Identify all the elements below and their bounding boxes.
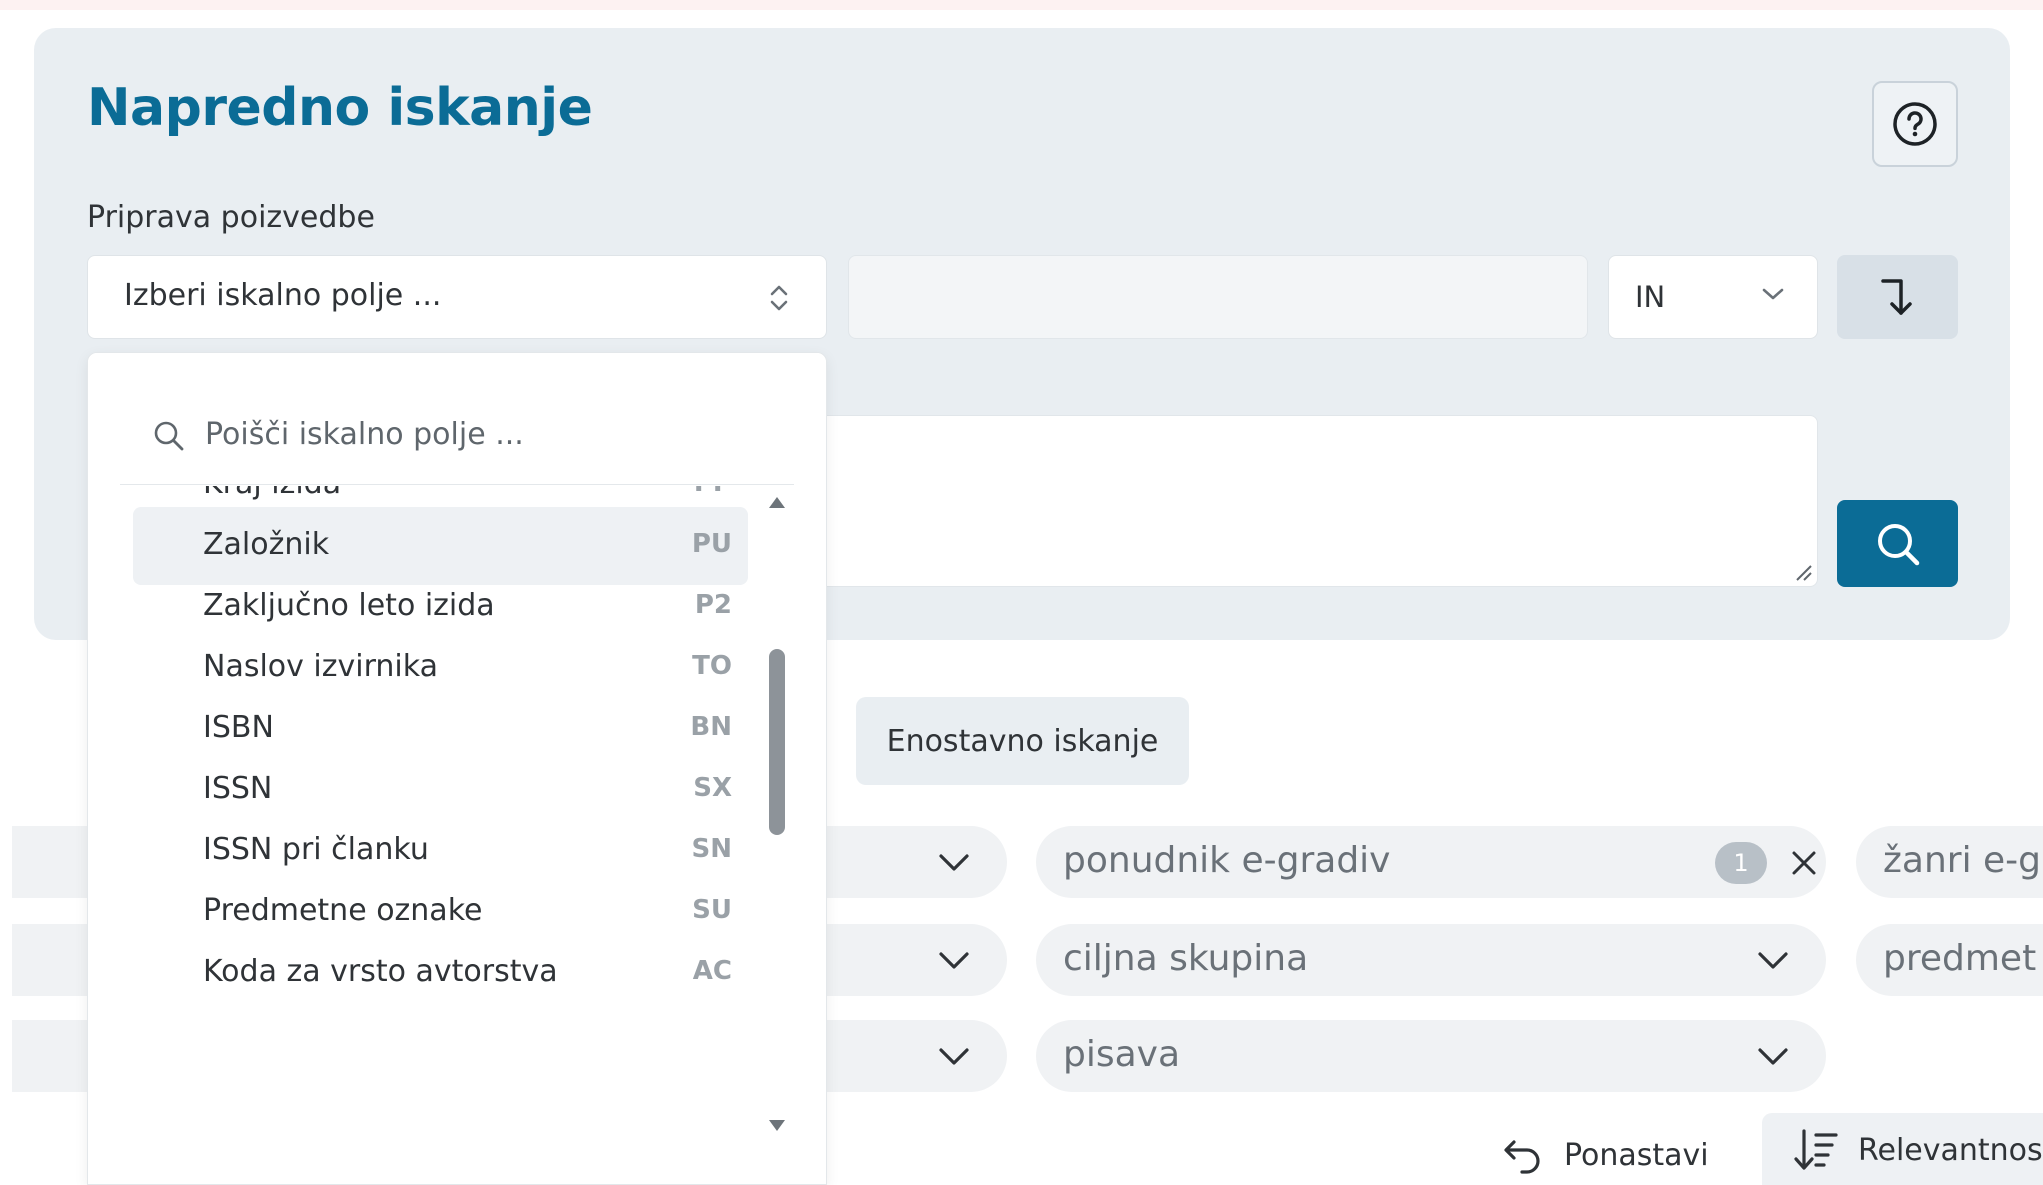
chevron-down-icon: [1758, 1048, 1788, 1065]
filter-target-group-label: ciljna skupina: [1063, 938, 1309, 979]
chevron-down-icon: [1762, 288, 1784, 300]
chevron-down-icon: [1758, 952, 1788, 969]
chevron-down-icon: [939, 1048, 969, 1065]
list-item-label: ISSN: [203, 771, 273, 806]
list-item-label: Kraj izida: [203, 486, 341, 501]
scroll-up-arrow-icon[interactable]: [767, 494, 787, 510]
query-term-input[interactable]: [848, 255, 1588, 339]
reset-button-label: Ponastavi: [1564, 1137, 1709, 1173]
list-item-label: Koda za vrsto avtorstva: [203, 954, 558, 989]
list-item-code: PU: [691, 529, 732, 559]
list-item-code: SU: [692, 895, 732, 925]
list-item-code: PP: [694, 486, 732, 498]
query-section-label: Priprava poizvedbe: [87, 200, 375, 235]
filter-genres-label: žanri e-gr: [1883, 840, 2043, 881]
filter-script-label: pisava: [1063, 1034, 1181, 1075]
list-item-label: Predmetne oznake: [203, 893, 483, 928]
filter-count-badge: 1: [1715, 842, 1767, 884]
top-border: [0, 0, 2043, 10]
add-to-query-button[interactable]: [1837, 255, 1958, 339]
list-item[interactable]: Koda za vrsto avtorstva AC: [133, 934, 748, 1012]
help-button[interactable]: [1872, 81, 1958, 167]
filter-script[interactable]: pisava: [1036, 1020, 1826, 1092]
search-field-select-label: Izberi iskalno polje ...: [124, 278, 442, 313]
list-item-label: Naslov izvirnika: [203, 649, 438, 684]
scroll-down-arrow-icon[interactable]: [767, 1118, 787, 1134]
filter-subject-label: predmet: [1883, 938, 2037, 979]
operator-value: IN: [1635, 280, 1666, 314]
list-item-code: BN: [690, 712, 732, 742]
list-item-code: P2: [694, 590, 732, 620]
scrollbar-thumb[interactable]: [769, 649, 785, 835]
list-item-code: SX: [693, 773, 732, 803]
filter-target-group[interactable]: ciljna skupina: [1036, 924, 1826, 996]
chevron-down-icon: [939, 952, 969, 969]
list-item-label: ISBN: [203, 710, 274, 745]
filter-subject[interactable]: predmet: [1856, 924, 2043, 996]
search-field-dropdown: Poišči iskalno polje ... Kraj izida PP Z…: [87, 352, 827, 1185]
list-item-label: Založnik: [203, 527, 330, 562]
dropdown-search-placeholder: Poišči iskalno polje ...: [205, 417, 524, 452]
filter-genres[interactable]: žanri e-gr: [1856, 826, 2043, 898]
operator-select[interactable]: IN: [1608, 255, 1818, 339]
search-icon: [1877, 523, 1919, 565]
list-item-label: Zaključno leto izida: [203, 588, 495, 623]
list-item-code: SN: [691, 834, 733, 864]
undo-arrow-icon: [1504, 1140, 1540, 1174]
search-button[interactable]: [1837, 500, 1958, 587]
filter-provider-label: ponudnik e-gradiv: [1063, 840, 1391, 881]
search-icon: [154, 421, 184, 451]
chevron-up-down-icon: [770, 285, 788, 311]
search-field-select[interactable]: Izberi iskalno polje ...: [87, 255, 827, 339]
list-item-label: ISSN pri članku: [203, 832, 429, 867]
dropdown-list[interactable]: Kraj izida PP Založnik PU Zaključno leto…: [88, 486, 826, 1184]
divider: [120, 484, 794, 485]
simple-search-button[interactable]: Enostavno iskanje: [856, 697, 1189, 785]
filter-provider[interactable]: ponudnik e-gradiv 1: [1036, 826, 1826, 898]
list-item-code: TO: [692, 651, 732, 681]
list-item-code: AC: [692, 956, 732, 986]
page-title: Napredno iskanje: [87, 78, 593, 138]
close-icon[interactable]: [1787, 846, 1821, 880]
reset-button[interactable]: Ponastavi: [1500, 1125, 1709, 1185]
query-textarea[interactable]: [810, 415, 1818, 587]
sort-select[interactable]: Relevantnos: [1762, 1113, 2043, 1185]
chevron-down-icon: [939, 854, 969, 871]
sort-select-label: Relevantnos: [1858, 1133, 2043, 1168]
dropdown-search[interactable]: Poišči iskalno polje ...: [88, 353, 826, 485]
resize-grip-icon[interactable]: [1793, 562, 1813, 582]
question-circle-icon: [1893, 102, 1937, 146]
arrow-down-right-icon: [1880, 279, 1912, 315]
sort-descending-icon: [1794, 1129, 1838, 1170]
